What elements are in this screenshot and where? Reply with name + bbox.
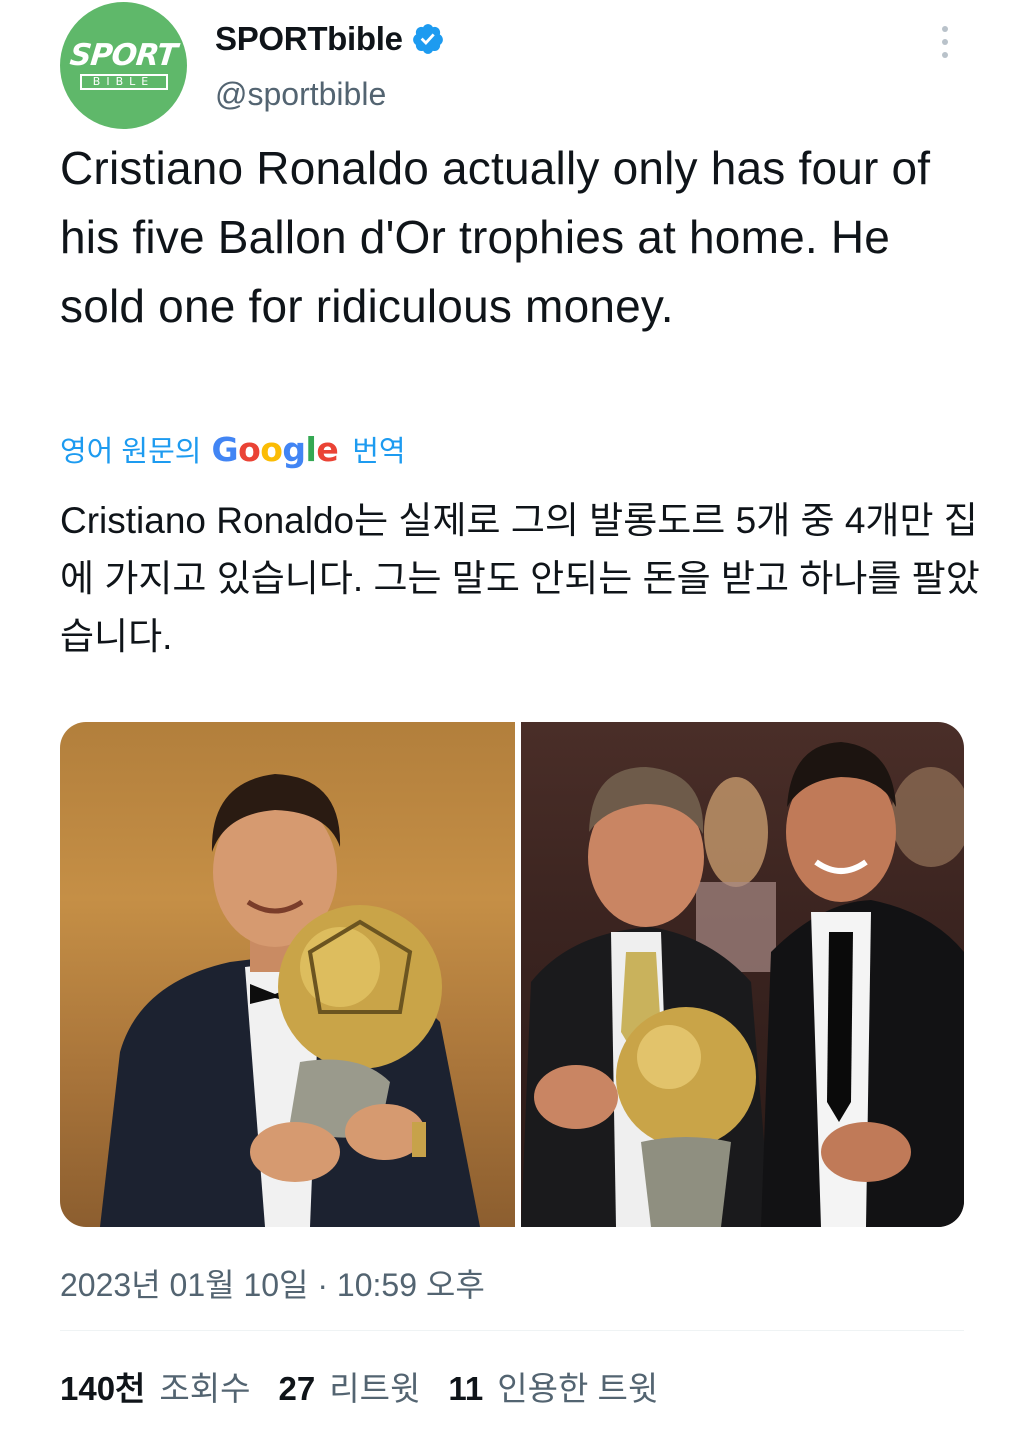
account-name[interactable]: SPORTbible [215,20,403,58]
avatar[interactable]: SPORT BIBLE [60,2,187,129]
account-name-row: SPORTbible [215,20,445,58]
translation-attribution[interactable]: 영어 원문의 Google 번역 [60,428,406,470]
two-men-trophy-photo[interactable] [521,722,964,1227]
more-options-icon[interactable] [930,22,960,62]
quotes-count[interactable]: 11 [448,1370,483,1408]
translation-suffix: 번역 [352,436,406,468]
divider [60,1330,964,1331]
google-logo-icon: Google [211,429,339,469]
media-grid [60,722,964,1227]
views-count: 140천 [60,1370,146,1407]
tweet-header: SPORT BIBLE SPORTbible @sportbible [0,0,1024,135]
avatar-logo-subtext: BIBLE [79,74,168,90]
views-label: 조회수 [159,1370,251,1407]
ronaldo-illustration [100,774,480,1227]
retweets-label[interactable]: 리트윗 [329,1362,420,1410]
two-men-illustration [521,742,964,1227]
verified-badge-icon [412,24,443,54]
quotes-label[interactable]: 인용한 트윗 [497,1362,658,1410]
avatar-logo-text: SPORT [68,38,179,73]
retweets-count[interactable]: 27 [279,1370,316,1408]
tweet-stats: 140천 조회수 27 리트윗 11 인용한 트윗 [60,1362,686,1410]
translation-prefix: 영어 원문의 [60,436,202,468]
tweet-text: Cristiano Ronaldo actually only has four… [60,142,931,332]
account-handle[interactable]: @sportbible [215,76,386,113]
tweet-timestamp[interactable]: 2023년 01월 10일 · 10:59 오후 [60,1260,485,1306]
translated-text: Cristiano Ronaldo는 실제로 그의 발롱도르 5개 중 4개만 … [60,500,980,657]
ronaldo-photo[interactable] [60,722,515,1227]
